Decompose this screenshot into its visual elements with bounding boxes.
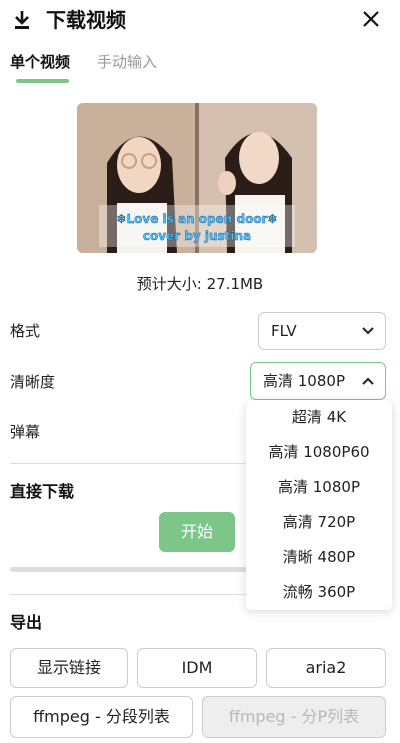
direct-download-title: 直接下载 <box>10 482 75 501</box>
quality-option[interactable]: 流畅 360P <box>246 575 392 610</box>
ffmpeg-segment-list-button[interactable]: ffmpeg - 分段列表 <box>10 696 193 738</box>
idm-button[interactable]: IDM <box>137 648 257 688</box>
quality-dropdown: 超清 4K 高清 1080P60 高清 1080P 高清 720P 清晰 480… <box>246 400 392 610</box>
tab-manual-input[interactable]: 手动输入 <box>97 52 157 72</box>
video-caption-line1: ❄Love is an open door❄ <box>116 212 277 226</box>
format-label: 格式 <box>10 322 41 340</box>
quality-select-value: 高清 1080P <box>263 372 345 390</box>
chevron-up-icon <box>362 377 374 385</box>
download-icon <box>15 11 29 29</box>
estimated-size: 预计大小: 27.1MB <box>136 275 264 293</box>
quality-option[interactable]: 高清 1080P <box>246 470 392 505</box>
quality-label: 清晰度 <box>10 373 56 391</box>
page-title: 下载视频 <box>46 8 126 32</box>
show-links-button[interactable]: 显示链接 <box>10 648 128 688</box>
aria2-button[interactable]: aria2 <box>266 648 386 688</box>
video-thumbnail: ❄Love is an open door❄ cover by justina <box>77 103 317 253</box>
close-icon[interactable] <box>360 8 382 30</box>
ffmpeg-part-list-button: ffmpeg - 分P列表 <box>202 696 386 738</box>
quality-option[interactable]: 超清 4K <box>246 400 392 435</box>
quality-option[interactable]: 高清 720P <box>246 505 392 540</box>
export-title: 导出 <box>10 613 43 632</box>
quality-option[interactable]: 清晰 480P <box>246 540 392 575</box>
tab-single-video[interactable]: 单个视频 <box>10 52 70 72</box>
chevron-down-icon <box>362 327 374 335</box>
start-button[interactable]: 开始 <box>159 512 235 552</box>
tab-active-indicator <box>16 79 69 83</box>
format-select-value: FLV <box>271 322 297 340</box>
format-select[interactable]: FLV <box>258 312 386 350</box>
quality-select[interactable]: 高清 1080P <box>250 362 386 400</box>
quality-option[interactable]: 高清 1080P60 <box>246 435 392 470</box>
danmaku-label: 弹幕 <box>10 423 41 441</box>
video-caption-line2: cover by justina <box>143 229 251 243</box>
